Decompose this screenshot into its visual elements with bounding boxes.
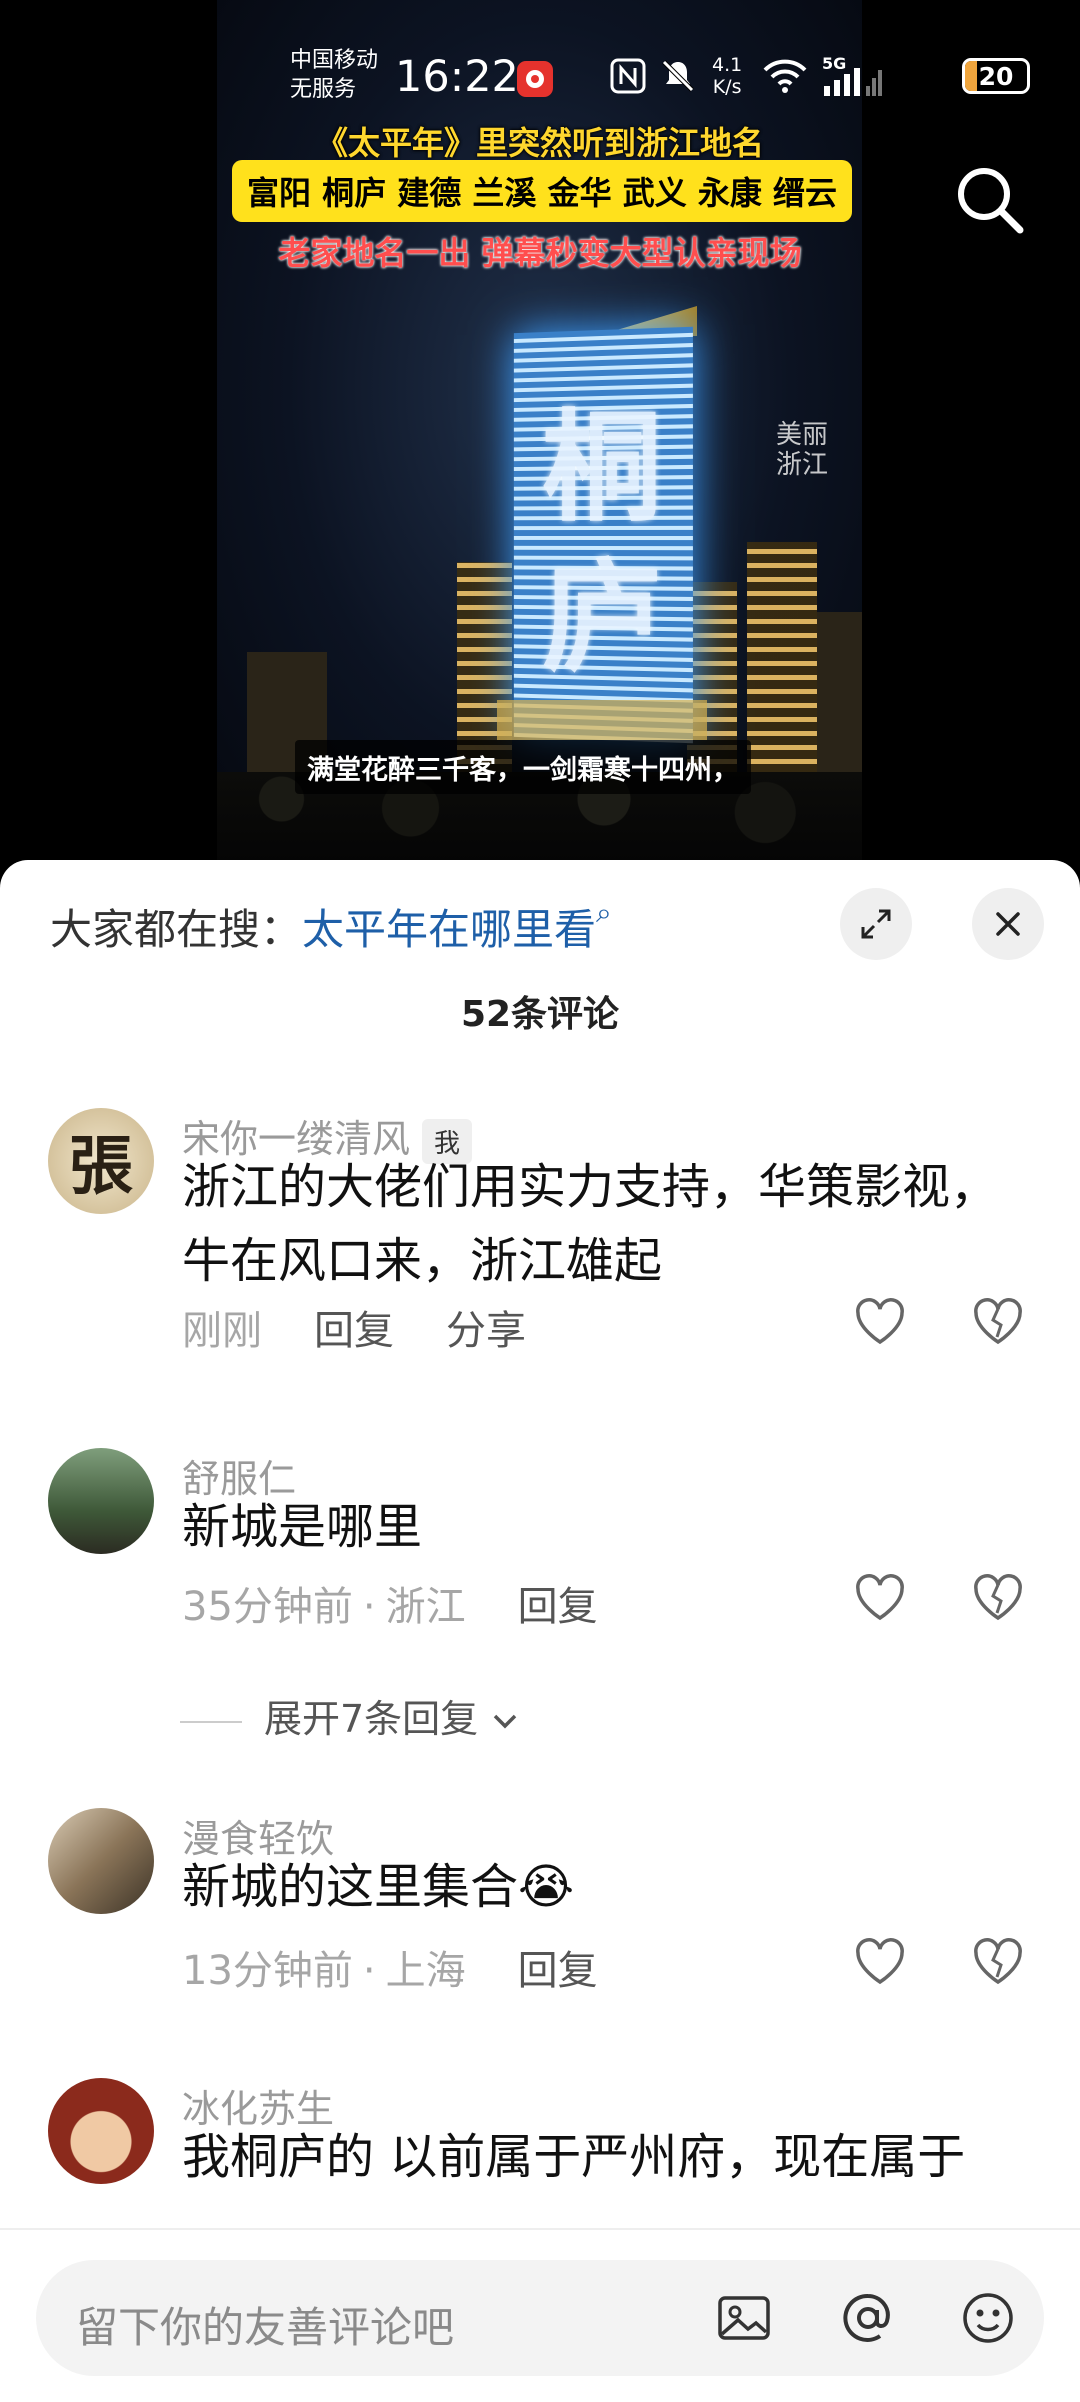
- comment-time: 13分钟前: [182, 1948, 353, 1994]
- battery-fill: [965, 61, 978, 91]
- mute-icon: [660, 58, 696, 98]
- tower-char-2: 庐: [542, 547, 662, 688]
- comment-text: 新城的这里集合😭: [182, 1859, 575, 1915]
- network-speed: 4.1 K/s: [712, 54, 742, 98]
- close-icon[interactable]: [972, 888, 1044, 960]
- battery-level: 20: [978, 61, 1014, 91]
- heart-icon[interactable]: [852, 1934, 908, 1990]
- comment-time: 刚刚: [182, 1308, 262, 1354]
- signal-icon: [822, 66, 882, 100]
- reply-button[interactable]: 回复: [314, 1308, 394, 1354]
- at-icon[interactable]: [836, 2286, 900, 2350]
- emoji-icon[interactable]: [956, 2286, 1020, 2350]
- trending-query[interactable]: 太平年在哪里看: [302, 905, 596, 954]
- battery-indicator: 20: [962, 58, 1030, 94]
- app-notification-icon: [516, 60, 554, 102]
- avatar[interactable]: 張: [48, 1108, 154, 1214]
- broken-heart-icon[interactable]: [970, 1570, 1026, 1626]
- trending-search[interactable]: 大家都在搜：太平年在哪里看⌕: [50, 896, 612, 957]
- video-player[interactable]: 桐 庐 美丽浙江 《太平年》里突然听到浙江地名 富阳 桐庐 建德 兰溪 金华 武…: [0, 0, 1080, 862]
- comment-count: 52条评论: [460, 994, 620, 1035]
- input-placeholder: 留下你的友善评论吧: [76, 2303, 455, 2352]
- expand-replies-button[interactable]: 展开7条回复: [180, 1688, 520, 1743]
- heart-icon[interactable]: [852, 1570, 908, 1626]
- nfc-icon: [610, 58, 646, 98]
- chevron-down-icon: [490, 1697, 520, 1741]
- broken-heart-icon[interactable]: [970, 1294, 1026, 1350]
- comment-time: 35分钟前: [182, 1584, 353, 1630]
- speed-value: 4.1: [712, 54, 743, 76]
- video-subtitle: 满堂花醉三千客，一剑霜寒十四州，: [295, 740, 751, 794]
- comment-input[interactable]: 留下你的友善评论吧: [36, 2260, 1044, 2376]
- heart-icon[interactable]: [852, 1294, 908, 1350]
- comment-meta: 35分钟前 · 浙江 回复: [182, 1584, 598, 1630]
- avatar[interactable]: [48, 1808, 154, 1914]
- divider-line: [180, 1720, 242, 1723]
- image-icon[interactable]: [712, 2286, 776, 2350]
- avatar-glyph: 張: [69, 1129, 133, 1204]
- comment-meta: 13分钟前 · 上海 回复: [182, 1948, 598, 1994]
- broken-heart-icon[interactable]: [970, 1934, 1026, 1990]
- expand-icon[interactable]: [840, 888, 912, 960]
- carrier-info: 中国移动 无服务: [290, 46, 378, 104]
- speed-unit: K/s: [712, 76, 742, 98]
- tower-base: [497, 700, 707, 740]
- wifi-icon: [762, 58, 808, 98]
- status-time: 16:22: [395, 52, 519, 102]
- caption-line-3: 老家地名一出 弹幕秒变大型认亲现场: [278, 234, 802, 272]
- reply-button[interactable]: 回复: [518, 1948, 598, 1994]
- video-watermark: 美丽浙江: [775, 420, 828, 480]
- trending-label: 大家都在搜：: [50, 905, 303, 954]
- tower-char-1: 桐: [542, 397, 662, 538]
- comment-text: 我桐庐的 以前属于严州府，现在属于: [182, 2129, 966, 2185]
- share-button[interactable]: 分享: [446, 1308, 526, 1354]
- avatar[interactable]: [48, 1448, 154, 1554]
- comment-location: 上海: [385, 1948, 466, 1994]
- carrier-name: 中国移动: [290, 48, 379, 73]
- comment-text: 浙江的大佬们用实力支持，华策影视，牛在风口来，浙江雄起: [182, 1159, 999, 1289]
- comment-text: 新城是哪里: [182, 1499, 423, 1555]
- comment-meta: 刚刚 回复 分享: [182, 1298, 526, 1356]
- status-bar: 中国移动 无服务 16:22 4.1 K/s 5G 20: [0, 0, 1080, 110]
- reply-button[interactable]: 回复: [518, 1584, 598, 1630]
- carrier-service: 无服务: [290, 77, 357, 102]
- search-icon[interactable]: [950, 160, 1030, 240]
- comment-location: 浙江: [385, 1584, 466, 1630]
- avatar[interactable]: [48, 2078, 154, 2184]
- caption-line-2: 富阳 桐庐 建德 兰溪 金华 武义 永康 缙云: [232, 160, 852, 222]
- comment-sheet: 大家都在搜：太平年在哪里看⌕ 52条评论 張 宋你一缕清风我 浙江的大佬们用实力…: [0, 860, 1080, 2400]
- comment-input-bar: 留下你的友善评论吧: [0, 2228, 1080, 2402]
- expand-replies-label: 展开7条回复: [264, 1697, 479, 1741]
- caption-line-1: 《太平年》里突然听到浙江地名: [315, 124, 764, 162]
- search-small-icon: ⌕: [596, 896, 612, 929]
